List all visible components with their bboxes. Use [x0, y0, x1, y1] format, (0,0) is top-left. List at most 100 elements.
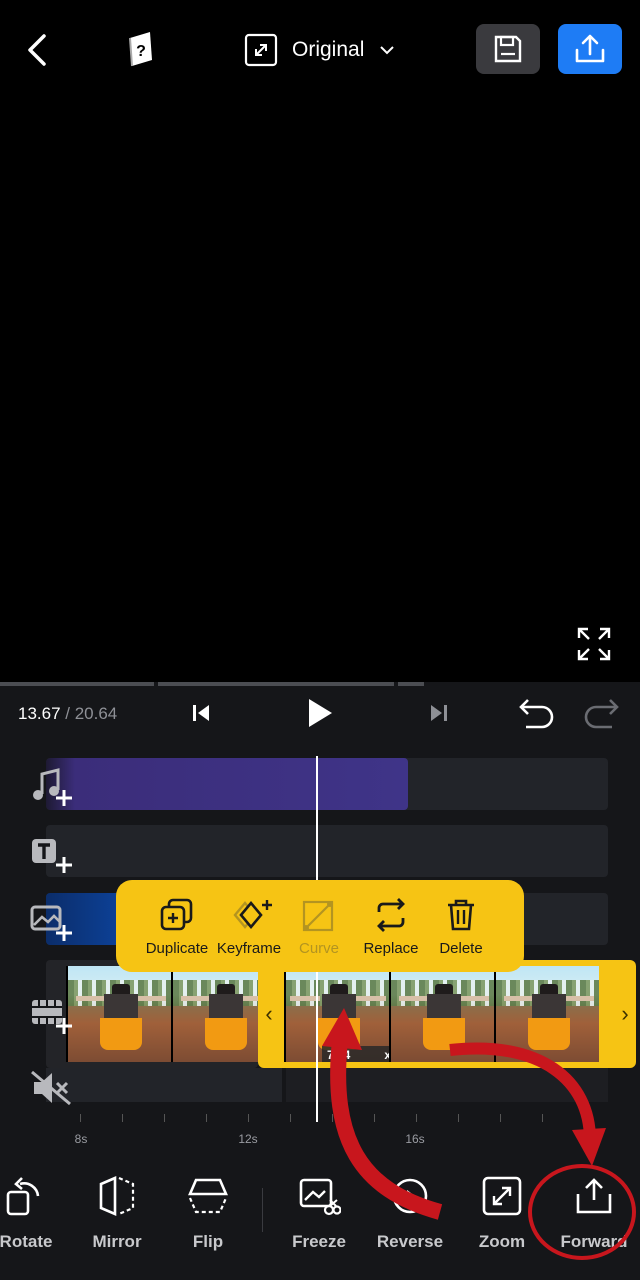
delete-label: Delete: [439, 940, 483, 957]
ruler-tick: [542, 1114, 543, 1122]
top-bar: ? Original: [0, 0, 640, 100]
ruler-tick: [500, 1114, 501, 1122]
ruler-tick: [374, 1114, 375, 1122]
floppy-disk-icon: [494, 35, 522, 63]
audio-segment: [46, 1068, 282, 1102]
freeze-label: Freeze: [292, 1232, 346, 1251]
add-video-icon: [32, 1000, 72, 1034]
back-button[interactable]: [22, 32, 54, 68]
video-track[interactable]: ‹ 7.74x ›: [46, 960, 636, 1068]
mute-icon: [31, 1070, 71, 1106]
audio-track[interactable]: [46, 758, 608, 810]
skip-start-button[interactable]: [190, 702, 212, 729]
progress-segment: [0, 682, 154, 686]
flip-label: Flip: [192, 1232, 224, 1251]
selected-video-clip[interactable]: ‹ 7.74x ›: [258, 960, 636, 1068]
clip-duration-label: 7.74x: [322, 1046, 389, 1062]
replace-label: Replace: [363, 940, 419, 957]
video-thumbnail: [66, 966, 171, 1062]
rotate-tool[interactable]: Rotate: [0, 1174, 72, 1274]
rotate-label: Rotate: [0, 1232, 53, 1251]
freeze-icon: [299, 1178, 341, 1216]
add-video-button[interactable]: [30, 996, 76, 1042]
flip-tool[interactable]: Flip: [162, 1174, 254, 1274]
add-music-button[interactable]: [30, 768, 76, 814]
ruler-tick: [248, 1114, 249, 1122]
reverse-tool[interactable]: Reverse: [364, 1174, 456, 1274]
ruler-label: 8s: [74, 1132, 88, 1146]
ruler-tick: [332, 1114, 333, 1122]
ruler-tick: [416, 1114, 417, 1122]
reverse-label: Reverse: [376, 1232, 444, 1251]
add-sticker-button[interactable]: [30, 903, 76, 949]
clip-context-menu: Duplicate Keyframe Curve Replace Delete: [116, 880, 524, 972]
rotate-icon: [6, 1177, 40, 1216]
forward-tool[interactable]: Forward: [548, 1174, 640, 1274]
play-icon: [309, 699, 332, 727]
ruler-tick: [206, 1114, 207, 1122]
reverse-icon: [392, 1178, 428, 1214]
ruler-label: 16s: [405, 1132, 425, 1146]
delete-button[interactable]: Delete: [430, 880, 492, 972]
zoom-tool[interactable]: Zoom: [456, 1174, 548, 1274]
forward-icon: [576, 1178, 612, 1214]
add-text-button[interactable]: [30, 835, 76, 881]
keyframe-icon: [233, 900, 272, 930]
help-book-icon: ?: [129, 32, 152, 67]
mirror-label: Mirror: [92, 1232, 142, 1251]
skip-start-icon: [193, 705, 209, 721]
mirror-tool[interactable]: Mirror: [71, 1174, 163, 1274]
skip-end-icon: [431, 705, 447, 721]
save-draft-button[interactable]: [476, 24, 540, 74]
aspect-ratio-selector[interactable]: Original: [244, 30, 396, 70]
mute-button[interactable]: [30, 1068, 74, 1108]
time-separator: /: [60, 704, 75, 723]
time-readout: 13.67 / 20.64: [18, 704, 117, 724]
ruler-tick: [290, 1114, 291, 1122]
curve-button[interactable]: Curve: [286, 880, 352, 972]
audio-clip[interactable]: [46, 758, 408, 810]
duplicate-label: Duplicate: [145, 940, 209, 957]
undo-icon: [519, 699, 554, 729]
redo-button[interactable]: [582, 696, 620, 735]
mirror-icon: [99, 1176, 135, 1216]
chevron-left-icon: [28, 34, 46, 66]
video-thumbnail: [389, 966, 494, 1062]
video-preview[interactable]: [0, 100, 640, 682]
zoom-icon: [482, 1176, 522, 1216]
replace-button[interactable]: Replace: [356, 880, 426, 972]
video-thumbnail: [494, 966, 599, 1062]
chevron-down-icon: [380, 46, 395, 55]
skip-end-button[interactable]: [428, 702, 450, 729]
forward-label: Forward: [560, 1232, 628, 1251]
ruler-tick: [458, 1114, 459, 1122]
undo-button[interactable]: [518, 696, 556, 735]
play-button[interactable]: [304, 696, 336, 735]
video-clip[interactable]: [46, 960, 258, 1068]
fullscreen-button[interactable]: [576, 626, 612, 662]
add-music-icon: [33, 768, 72, 806]
ruler-label: 12s: [238, 1132, 258, 1146]
bottom-toolbar: Rotate Mirror Flip Freeze Reverse Zoom F…: [0, 1160, 640, 1280]
upload-icon: [575, 34, 605, 63]
replace-icon: [377, 898, 405, 932]
trim-handle-right[interactable]: ›: [614, 960, 636, 1068]
flip-icon: [188, 1178, 228, 1214]
freeze-tool[interactable]: Freeze: [273, 1174, 365, 1274]
add-sticker-icon: [30, 905, 72, 941]
progress-segment: [398, 682, 424, 686]
curve-icon: [302, 900, 334, 932]
trim-handle-left[interactable]: ‹: [258, 960, 280, 1068]
text-track[interactable]: [46, 825, 608, 877]
duplicate-icon: [160, 898, 193, 931]
keyframe-button[interactable]: Keyframe: [216, 880, 282, 972]
help-button[interactable]: ?: [124, 30, 158, 68]
trash-icon: [448, 899, 474, 931]
svg-text:?: ?: [136, 43, 146, 60]
original-audio-row: [46, 1068, 608, 1102]
toolbar-divider: [262, 1188, 263, 1232]
curve-label: Curve: [298, 940, 339, 957]
current-time: 13.67: [18, 704, 61, 723]
duplicate-button[interactable]: Duplicate: [144, 880, 210, 972]
export-button[interactable]: [558, 24, 622, 74]
